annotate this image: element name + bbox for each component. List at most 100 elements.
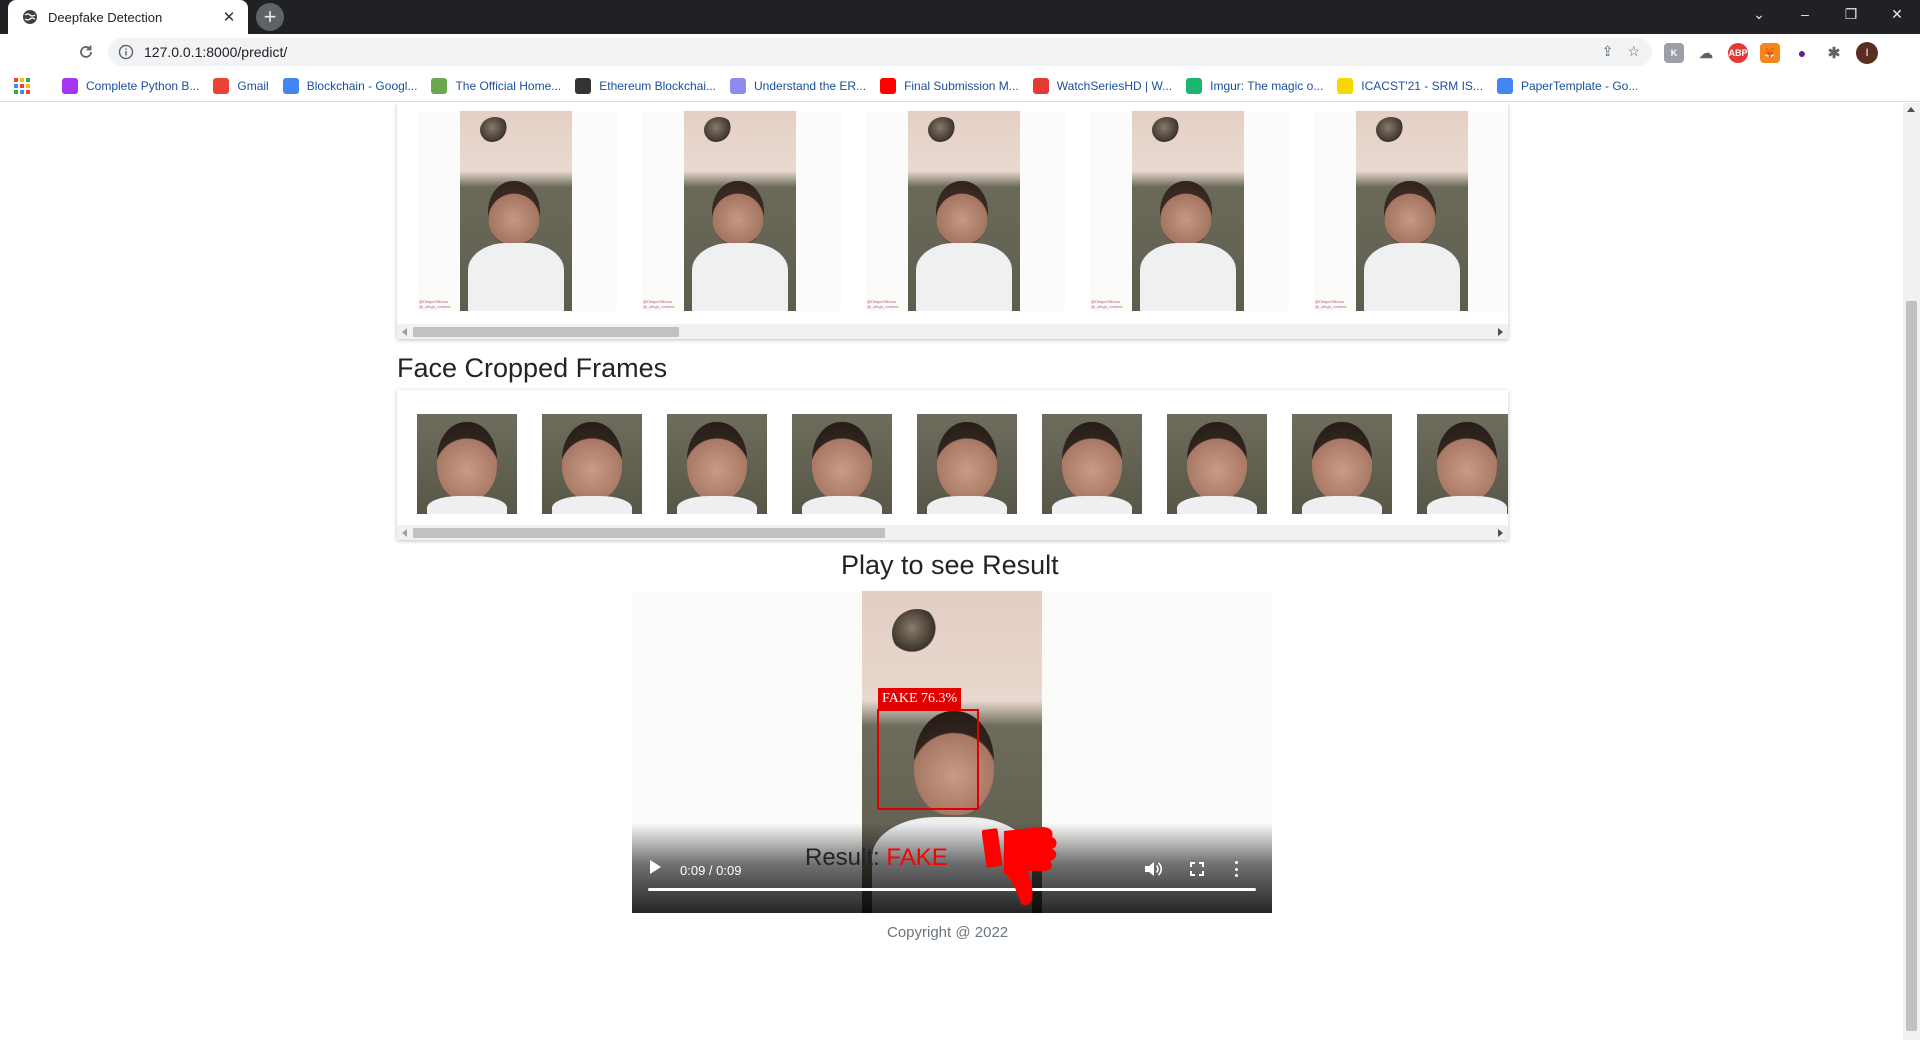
extension-search-icon[interactable]: ● (1792, 43, 1812, 63)
bookmark-label: Final Submission M... (904, 78, 1019, 93)
address-bar[interactable]: 127.0.0.1:8000/predict/ ⇪ ☆ (108, 38, 1652, 66)
extension-k-icon[interactable]: K (1664, 43, 1684, 63)
browser-toolbar: 127.0.0.1:8000/predict/ ⇪ ☆ K ☁ ABP 🦊 ● … (0, 34, 1920, 70)
result-value: FAKE (886, 844, 948, 871)
face-frames-strip[interactable] (397, 390, 1508, 540)
close-window-icon[interactable]: ✕ (1874, 0, 1920, 28)
copyright-text: Copyright @ 2022 (887, 924, 1009, 941)
bookmark-label: WatchSeriesHD | W... (1056, 78, 1173, 93)
face-cropped-frames-heading: Face Cropped Frames (397, 353, 668, 383)
more-options-icon[interactable] (1235, 861, 1239, 877)
bookmark-item[interactable]: Imgur: The magic o... (1186, 77, 1324, 94)
google-docs-icon (282, 77, 299, 94)
face-crop-thumbnail (917, 414, 1017, 514)
video-time: 0:09 / 0:09 (680, 863, 742, 878)
face-crop-thumbnail (667, 414, 767, 514)
face-detection-box (877, 709, 979, 810)
fullscreen-icon[interactable] (1190, 862, 1204, 876)
restore-window-icon[interactable]: ❐ (1828, 0, 1874, 28)
result-video-player[interactable]: FAKE 76.3% 0:09 / 0:09 (632, 591, 1272, 913)
bookmark-label: Gmail (237, 78, 269, 93)
bookmark-label: Complete Python B... (86, 78, 200, 93)
bookmark-item[interactable]: Complete Python B... (62, 77, 200, 94)
new-tab-button[interactable]: + (256, 3, 284, 31)
face-crop-thumbnail (1042, 414, 1142, 514)
play-icon[interactable] (650, 860, 661, 874)
frames-horizontal-scrollbar[interactable] (397, 324, 1508, 339)
site-icon (431, 77, 448, 94)
video-frame-thumbnail: @DiegoOffKens @_diego_rominor (1313, 111, 1508, 311)
detection-label: FAKE 76.3% (878, 688, 962, 709)
face-crop-thumbnail (542, 414, 642, 514)
close-tab-icon[interactable]: ✕ (220, 8, 238, 26)
bookmark-item[interactable]: WatchSeriesHD | W... (1032, 77, 1173, 94)
page-content: @DiegoOffKens @_diego_rominor @DiegoOffKe… (0, 103, 1920, 1040)
volume-icon[interactable] (1144, 861, 1162, 877)
google-docs-icon (1496, 77, 1513, 94)
browser-tab[interactable]: Deepfake Detection ✕ (8, 0, 248, 34)
bookmark-item[interactable]: ICACST'21 - SRM IS... (1337, 77, 1483, 94)
adblock-plus-icon[interactable]: ABP (1728, 43, 1748, 63)
tab-title: Deepfake Detection (48, 9, 163, 25)
imgur-icon (1186, 77, 1203, 94)
video-frame-thumbnail: @DiegoOffKens @_diego_rominor (641, 111, 841, 311)
face-crop-thumbnail (1167, 414, 1267, 514)
tab-search-icon[interactable]: ⌄ (1736, 0, 1782, 28)
play-circle-icon (1032, 77, 1049, 94)
video-controls: 0:09 / 0:09 (632, 823, 1272, 913)
url-text: 127.0.0.1:8000/predict/ (144, 44, 288, 60)
metamask-icon[interactable]: 🦊 (1760, 43, 1780, 63)
bookmark-label: PaperTemplate - Go... (1520, 78, 1639, 93)
play-result-heading: Play to see Result (841, 550, 1059, 580)
bookmark-item[interactable]: The Official Home... (431, 77, 562, 94)
extension-cloud-icon[interactable]: ☁ (1696, 43, 1716, 63)
frame-watermark: @DiegoOffKens @_diego_rominor (643, 299, 675, 309)
bookmark-label: The Official Home... (455, 78, 562, 93)
share-icon[interactable]: ⇪ (1602, 43, 1614, 60)
result-label: Result: (805, 844, 880, 871)
bookmark-label: Blockchain - Googl... (306, 78, 418, 93)
thumbs-down-icon (982, 827, 1057, 906)
video-frame-thumbnail: @DiegoOffKens @_diego_rominor (1089, 111, 1289, 311)
bookmark-item[interactable]: Final Submission M... (880, 77, 1019, 94)
bookmark-item[interactable]: Understand the ER... (730, 77, 867, 94)
srm-icon (1337, 77, 1354, 94)
udemy-icon (62, 77, 78, 94)
video-progress-bar[interactable] (648, 888, 1256, 891)
gmail-icon (213, 77, 230, 94)
bookmark-label: Understand the ER... (754, 78, 867, 93)
extensions-puzzle-icon[interactable]: ✱ (1824, 43, 1844, 63)
youtube-icon (880, 77, 897, 94)
face-crop-thumbnail (792, 414, 892, 514)
apps-grid-icon[interactable] (14, 77, 30, 94)
info-icon[interactable] (118, 44, 134, 60)
video-frame-thumbnail: @DiegoOffKens @_diego_rominor (417, 111, 617, 311)
bookmark-item[interactable]: Gmail (213, 77, 269, 94)
bookmark-item[interactable]: PaperTemplate - Go... (1496, 77, 1639, 94)
minimize-window-icon[interactable]: – (1782, 0, 1828, 28)
bookmark-item[interactable]: Blockchain - Googl... (282, 77, 418, 94)
face-crop-thumbnail (417, 414, 517, 514)
bookmarks-bar: Complete Python B... Gmail Blockchain - Go… (0, 70, 1920, 102)
browser-tab-bar: Deepfake Detection ✕ + ⌄ – ❐ ✕ (0, 0, 1920, 34)
page-vertical-scrollbar[interactable] (1903, 103, 1920, 1040)
profile-avatar[interactable]: I (1856, 42, 1878, 64)
bookmark-label: ICACST'21 - SRM IS... (1361, 78, 1483, 93)
frame-watermark: @DiegoOffKens @_diego_rominor (1315, 299, 1347, 309)
ethereum-icon (730, 77, 746, 94)
medium-icon (575, 77, 592, 94)
globe-icon (23, 10, 37, 24)
bookmark-item[interactable]: Ethereum Blockchai... (575, 77, 716, 94)
reload-icon[interactable] (74, 40, 98, 64)
face-crop-thumbnail (1417, 414, 1508, 514)
bookmark-label: Imgur: The magic o... (1210, 78, 1324, 93)
bookmark-label: Ethereum Blockchai... (599, 78, 716, 93)
faces-horizontal-scrollbar[interactable] (397, 525, 1508, 540)
frame-watermark: @DiegoOffKens @_diego_rominor (867, 299, 899, 309)
frame-watermark: @DiegoOffKens @_diego_rominor (419, 299, 451, 309)
bookmark-star-icon[interactable]: ☆ (1627, 43, 1640, 60)
video-frames-strip[interactable]: @DiegoOffKens @_diego_rominor @DiegoOffKe… (397, 103, 1508, 339)
face-crop-thumbnail (1292, 414, 1392, 514)
frame-watermark: @DiegoOffKens @_diego_rominor (1091, 299, 1123, 309)
result-text: Result: FAKE (805, 844, 948, 872)
